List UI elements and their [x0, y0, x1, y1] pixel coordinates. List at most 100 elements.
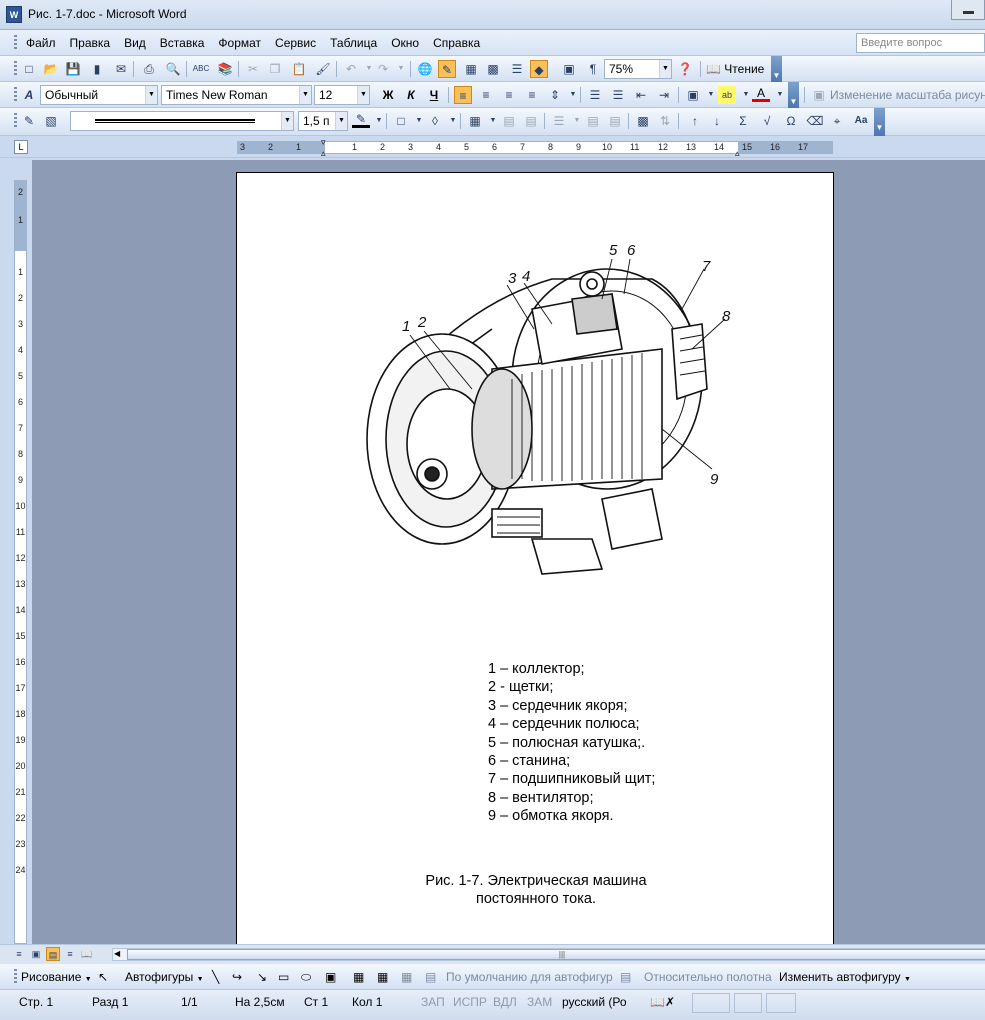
print-preview-icon[interactable]: 🔍 [164, 60, 182, 78]
document-map-icon[interactable]: ▣ [560, 60, 578, 78]
menu-edit[interactable]: Правка [70, 36, 111, 50]
select-objects-icon[interactable]: ↖ [98, 970, 108, 984]
word-app-icon[interactable]: W [6, 6, 22, 23]
styles-pane-icon[interactable]: A [20, 86, 38, 104]
show-hide-paragraph-icon[interactable]: ¶ [584, 60, 602, 78]
chevron-down-icon[interactable]: ▼ [357, 86, 369, 104]
web-view-icon[interactable]: ▣ [29, 947, 43, 961]
underline-button[interactable]: Ч [425, 86, 443, 104]
legend-item[interactable]: 3 – сердечник якоря; [488, 697, 655, 715]
align-right-icon[interactable]: ≡ [500, 86, 518, 104]
merge-cells-icon[interactable]: ▤ [500, 112, 518, 130]
menu-help[interactable]: Справка [433, 36, 480, 50]
symbol-icon[interactable]: Ω [782, 112, 800, 130]
document-page[interactable]: 1 2 3 4 5 6 7 8 9 1 – коллектор; 2 - щет… [236, 172, 834, 944]
insert-table-icon[interactable]: ▦ [466, 112, 484, 130]
bold-button[interactable]: Ж [379, 86, 397, 104]
line-style-select[interactable]: ▼ [70, 111, 294, 131]
print-layout-view-icon[interactable]: ▤ [46, 947, 60, 961]
indent-marker-bottom-icon[interactable]: ▵ [321, 149, 326, 158]
format-painter-icon[interactable]: 🖌 [314, 60, 332, 78]
legend-item[interactable]: 9 – обмотка якоря. [488, 807, 655, 825]
oval-tool-icon[interactable]: ⬭ [301, 970, 311, 985]
change-case-icon[interactable]: Aa [850, 112, 872, 130]
ask-question-input[interactable]: Введите вопрос [856, 33, 985, 53]
line-weight-select[interactable]: 1,5 п ▼ [298, 111, 348, 131]
status-extend-selection[interactable]: ВДЛ [493, 995, 517, 1009]
snap-icon[interactable]: ▦ [401, 970, 412, 984]
crop-icon[interactable]: ⌖ [828, 112, 846, 130]
align-distribute-icon[interactable]: ▦ [353, 970, 364, 984]
line-tool-icon[interactable]: ╲ [212, 970, 219, 984]
legend-item[interactable]: 7 – подшипниковый щит; [488, 770, 655, 788]
insert-table-icon[interactable]: ▦ [462, 60, 480, 78]
right-indent-marker-icon[interactable]: ▵ [735, 149, 740, 158]
redo-dropdown-icon[interactable]: ▼ [392, 60, 410, 78]
dc-machine-figure[interactable]: 1 2 3 4 5 6 7 8 9 [362, 239, 742, 589]
autoformat-table-icon[interactable]: ▩ [634, 112, 652, 130]
numbered-list-icon[interactable]: ☰ [586, 86, 604, 104]
status-column[interactable]: Кол 1 [352, 995, 382, 1009]
change-shape-button[interactable]: Изменить автофигуру ▼ [779, 970, 911, 984]
reading-mode-button[interactable]: 📖 Чтение [706, 60, 770, 78]
rectangle-tool-icon[interactable]: ▭ [278, 970, 289, 984]
distribute-columns-icon[interactable]: ▤ [606, 112, 624, 130]
sort-descending-icon[interactable]: ↓ [708, 112, 726, 130]
legend-item[interactable]: 2 - щетки; [488, 678, 655, 696]
outside-border-icon[interactable]: □ [392, 112, 410, 130]
undo-icon[interactable]: ↶ [342, 60, 360, 78]
indent-marker-icon[interactable]: ▿ [321, 138, 326, 147]
chevron-down-icon[interactable]: ▼ [335, 112, 347, 130]
text-direction-icon[interactable]: ⇅ [656, 112, 674, 130]
new-document-icon[interactable]: □ [20, 60, 38, 78]
menu-view[interactable]: Вид [124, 36, 146, 50]
line-spacing-icon[interactable]: ⇕ [546, 86, 564, 104]
equation-icon[interactable]: √ [758, 112, 776, 130]
legend-item[interactable]: 6 – станина; [488, 752, 655, 770]
menu-file[interactable]: Файл [26, 36, 56, 50]
status-overtype[interactable]: ЗАМ [527, 995, 552, 1009]
chevron-down-icon[interactable]: ▼ [299, 86, 311, 104]
status-position[interactable]: На 2,5см [235, 995, 285, 1009]
open-folder-icon[interactable]: 📂 [42, 60, 60, 78]
autoshapes-button[interactable]: Автофигуры ▼ [125, 970, 204, 984]
minimize-button[interactable] [951, 0, 985, 20]
border-color-icon[interactable]: ✎ [352, 112, 370, 128]
toolbar-grip[interactable] [14, 87, 17, 103]
legend-item[interactable]: 5 – полюсная катушка;. [488, 734, 655, 752]
normal-view-icon[interactable]: ≡ [12, 947, 26, 961]
borders-icon[interactable]: ▣ [684, 86, 702, 104]
toolbar-options-icon[interactable]: ▼ [788, 82, 799, 108]
default-shape-button[interactable]: По умолчанию для автофигур [446, 970, 613, 984]
save-icon[interactable]: 💾 [64, 60, 82, 78]
bulleted-list-icon[interactable]: ☰ [609, 86, 627, 104]
columns-icon[interactable]: ☰ [508, 60, 526, 78]
eraser-icon[interactable]: ▧ [42, 112, 60, 130]
status-record-macro[interactable]: ЗАП [421, 995, 445, 1009]
highlight-icon[interactable]: ab [718, 86, 736, 104]
menu-table[interactable]: Таблица [330, 36, 377, 50]
style-select[interactable]: Обычный ▼ [40, 85, 158, 105]
caption-line-1[interactable]: Рис. 1-7. Электрическая машина [237, 873, 835, 891]
font-select[interactable]: Times New Roman ▼ [161, 85, 312, 105]
print-icon[interactable]: ⎙ [140, 60, 158, 78]
status-language[interactable]: русский (Ро [562, 995, 627, 1009]
permission-icon[interactable]: ▮ [88, 60, 106, 78]
toolbar-options-icon[interactable]: ▼ [771, 56, 782, 82]
chevron-down-icon[interactable]: ▼ [281, 112, 293, 130]
justify-icon[interactable]: ≡ [523, 86, 541, 104]
scrollbar-thumb[interactable]: ||| [127, 949, 985, 960]
relative-canvas-button[interactable]: Относительно полотна [644, 970, 772, 984]
hyperlink-icon[interactable]: 🌐 [416, 60, 434, 78]
autosum-icon[interactable]: Σ [734, 112, 752, 130]
menu-format[interactable]: Формат [218, 36, 261, 50]
drawing-toggle-icon[interactable]: ◆ [530, 60, 548, 78]
menu-insert[interactable]: Вставка [160, 36, 205, 50]
horizontal-ruler[interactable]: L 3 2 1 1 2 3 4 5 6 7 8 9 10 11 12 13 14… [0, 136, 985, 158]
clear-formatting-icon[interactable]: ⌫ [806, 112, 824, 130]
copy-icon[interactable]: ❐ [266, 60, 284, 78]
menu-tools[interactable]: Сервис [275, 36, 316, 50]
figure-caption[interactable]: Рис. 1-7. Электрическая машина постоянно… [237, 873, 835, 908]
split-cells-icon[interactable]: ▤ [522, 112, 540, 130]
align-left-icon[interactable]: ≡ [454, 86, 472, 104]
